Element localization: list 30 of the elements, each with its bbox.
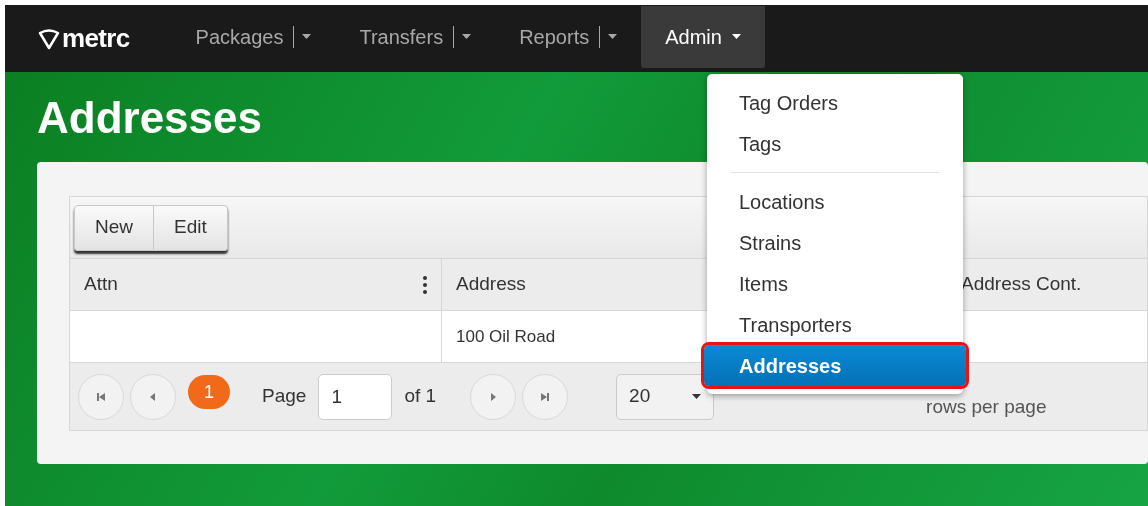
column-menu-icon[interactable] xyxy=(423,274,427,295)
caret-icon xyxy=(302,34,312,39)
rows-per-page-label: rows per page xyxy=(926,395,1047,420)
menu-item[interactable]: Tags xyxy=(707,123,963,164)
nav-menu[interactable]: Reports xyxy=(495,5,642,68)
page-title: Addresses xyxy=(37,92,262,144)
column-header[interactable]: Attn xyxy=(70,259,442,310)
previous-page-button[interactable] xyxy=(130,373,176,420)
menu-item[interactable]: Tag Orders xyxy=(707,82,963,123)
toolbar-button[interactable]: Edit xyxy=(154,204,228,251)
first-page-button[interactable] xyxy=(78,373,124,420)
menu-item[interactable]: Addresses xyxy=(704,345,966,386)
caret-icon xyxy=(608,34,618,39)
caret-icon xyxy=(731,34,741,39)
table-cell-text: 100 Oil Road xyxy=(456,325,556,348)
logo-icon xyxy=(38,27,60,50)
nav-menu[interactable]: Transfers xyxy=(335,5,496,68)
menu-item[interactable]: Locations xyxy=(707,181,963,222)
page-label: Page xyxy=(262,384,307,409)
page-input[interactable]: 1 xyxy=(318,373,393,420)
caret-icon xyxy=(462,34,472,39)
page-size-select[interactable]: 20 xyxy=(616,373,715,420)
nav-menu[interactable]: Packages xyxy=(171,5,336,68)
first-page-icon xyxy=(95,390,107,403)
last-page-icon xyxy=(539,390,552,403)
toolbar-button[interactable]: New xyxy=(74,204,154,251)
caret-icon xyxy=(692,394,702,399)
nav-menu[interactable]: Admin xyxy=(641,5,765,68)
logo-text[interactable]: metrc xyxy=(62,19,130,58)
page-count: of 1 xyxy=(404,384,437,409)
